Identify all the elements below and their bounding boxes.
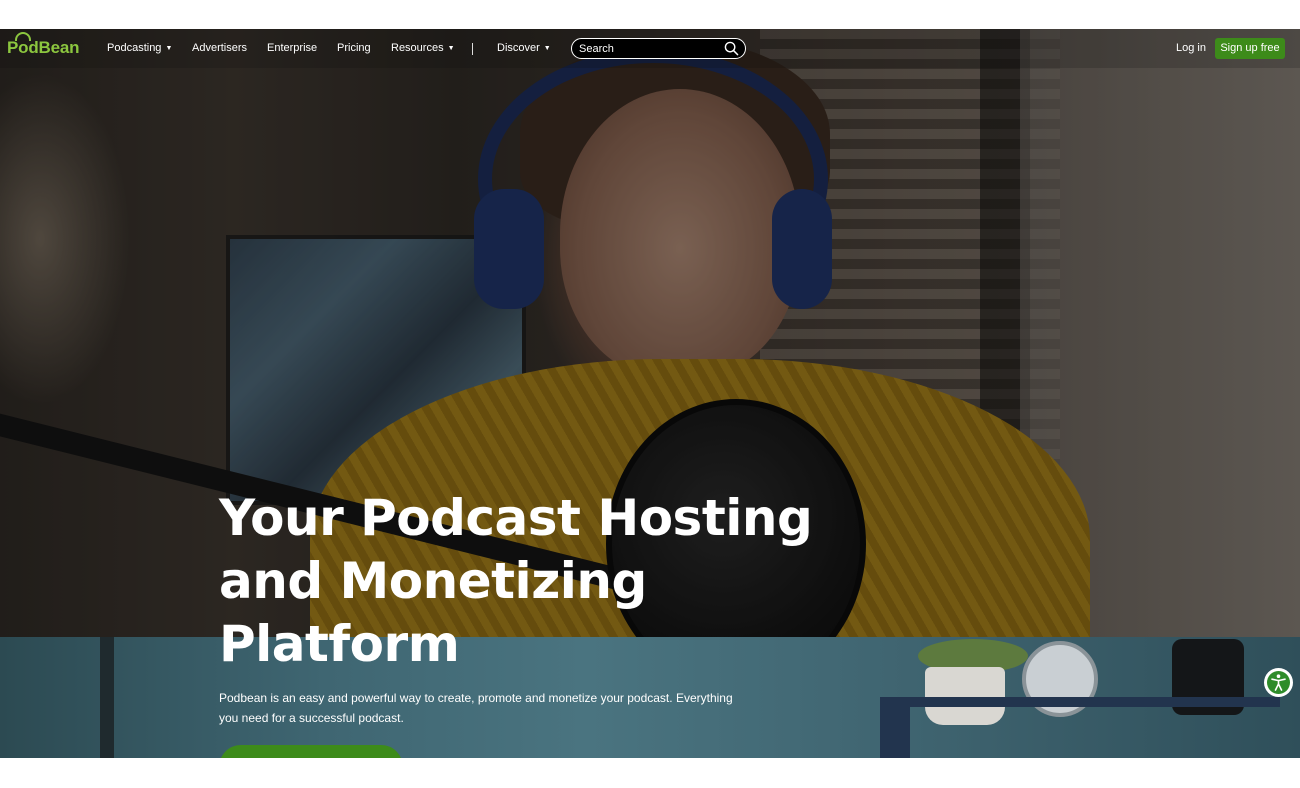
search-box bbox=[571, 38, 746, 59]
nav-item-advertisers[interactable]: Advertisers bbox=[192, 42, 247, 54]
chevron-down-icon: ▼ bbox=[543, 45, 551, 52]
band-photo-shelf-leg bbox=[880, 697, 910, 758]
nav-divider bbox=[472, 43, 473, 55]
hero-cta-pill bbox=[219, 745, 403, 758]
hero-cta-button[interactable] bbox=[219, 745, 403, 758]
login-link[interactable]: Log in bbox=[1176, 42, 1206, 54]
hero-headline-line: Your Podcast Hosting bbox=[219, 489, 813, 547]
nav-item-discover[interactable]: Discover ▼ bbox=[497, 42, 551, 54]
hero-headline-line: Platform bbox=[219, 615, 460, 673]
hero-subcopy: Podbean is an easy and powerful way to c… bbox=[219, 691, 733, 725]
accessibility-button[interactable] bbox=[1264, 668, 1293, 697]
nav-item-enterprise[interactable]: Enterprise bbox=[267, 42, 317, 54]
nav-item-pricing[interactable]: Pricing bbox=[337, 42, 371, 54]
band-photo-pot bbox=[925, 667, 1005, 725]
chevron-down-icon: ▼ bbox=[447, 45, 455, 52]
band-photo-stand bbox=[100, 637, 114, 758]
nav-item-podcasting[interactable]: Podcasting ▼ bbox=[107, 42, 172, 54]
chevron-down-icon: ▼ bbox=[165, 45, 173, 52]
hero-headline-line: and Monetizing bbox=[219, 552, 647, 610]
brand-logo[interactable]: PodBean bbox=[7, 32, 79, 62]
search-input[interactable] bbox=[579, 41, 719, 56]
page: PodBean Podcasting ▼ Advertisers Enterpri… bbox=[0, 0, 1300, 788]
accessibility-icon bbox=[1271, 674, 1286, 691]
nav-item-resources[interactable]: Resources ▼ bbox=[391, 42, 455, 54]
hero-headline: Your Podcast Hosting and Monetizing Plat… bbox=[219, 487, 819, 676]
podcast-signal-icon bbox=[15, 32, 31, 41]
band-photo-shelf bbox=[880, 697, 1280, 707]
search-icon[interactable] bbox=[724, 41, 739, 56]
signup-button[interactable]: Sign up free bbox=[1215, 38, 1285, 59]
